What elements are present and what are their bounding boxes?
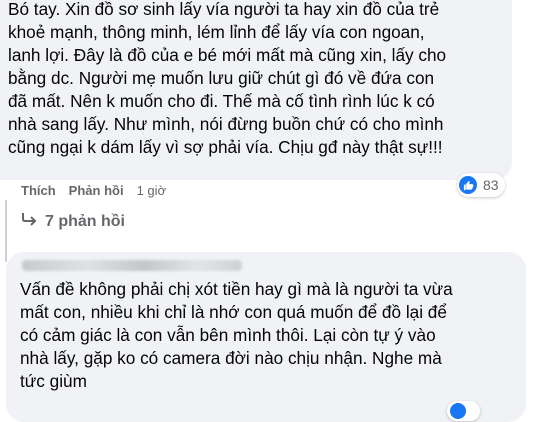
comment-bubble-reply: Vấn đề không phải chị xót tiền hay gì mà… <box>6 252 526 422</box>
reply-comment-text: Vấn đề không phải chị xót tiền hay gì mà… <box>20 279 453 391</box>
replies-count-label: 7 phản hồi <box>45 212 125 230</box>
reply-arrow-icon <box>21 212 37 231</box>
author-name-redacted <box>22 260 242 271</box>
view-replies-link[interactable]: 7 phản hồi <box>21 212 125 231</box>
reaction-count: 83 <box>483 177 499 193</box>
comment-bubble: Bó tay. Xin đồ sơ sinh lấy vía người ta … <box>0 0 512 180</box>
comment-actions: Thích Phản hồi 1 giờ <box>21 183 166 198</box>
like-icon <box>450 403 466 419</box>
reply-button[interactable]: Phản hồi <box>69 183 124 198</box>
comment-timestamp[interactable]: 1 giờ <box>137 183 167 198</box>
like-button[interactable]: Thích <box>21 183 56 198</box>
like-icon <box>459 176 477 194</box>
comment-text: Bó tay. Xin đồ sơ sinh lấy vía người ta … <box>8 0 447 157</box>
reaction-summary[interactable]: 83 <box>457 173 505 197</box>
reaction-summary-reply[interactable] <box>447 401 480 421</box>
